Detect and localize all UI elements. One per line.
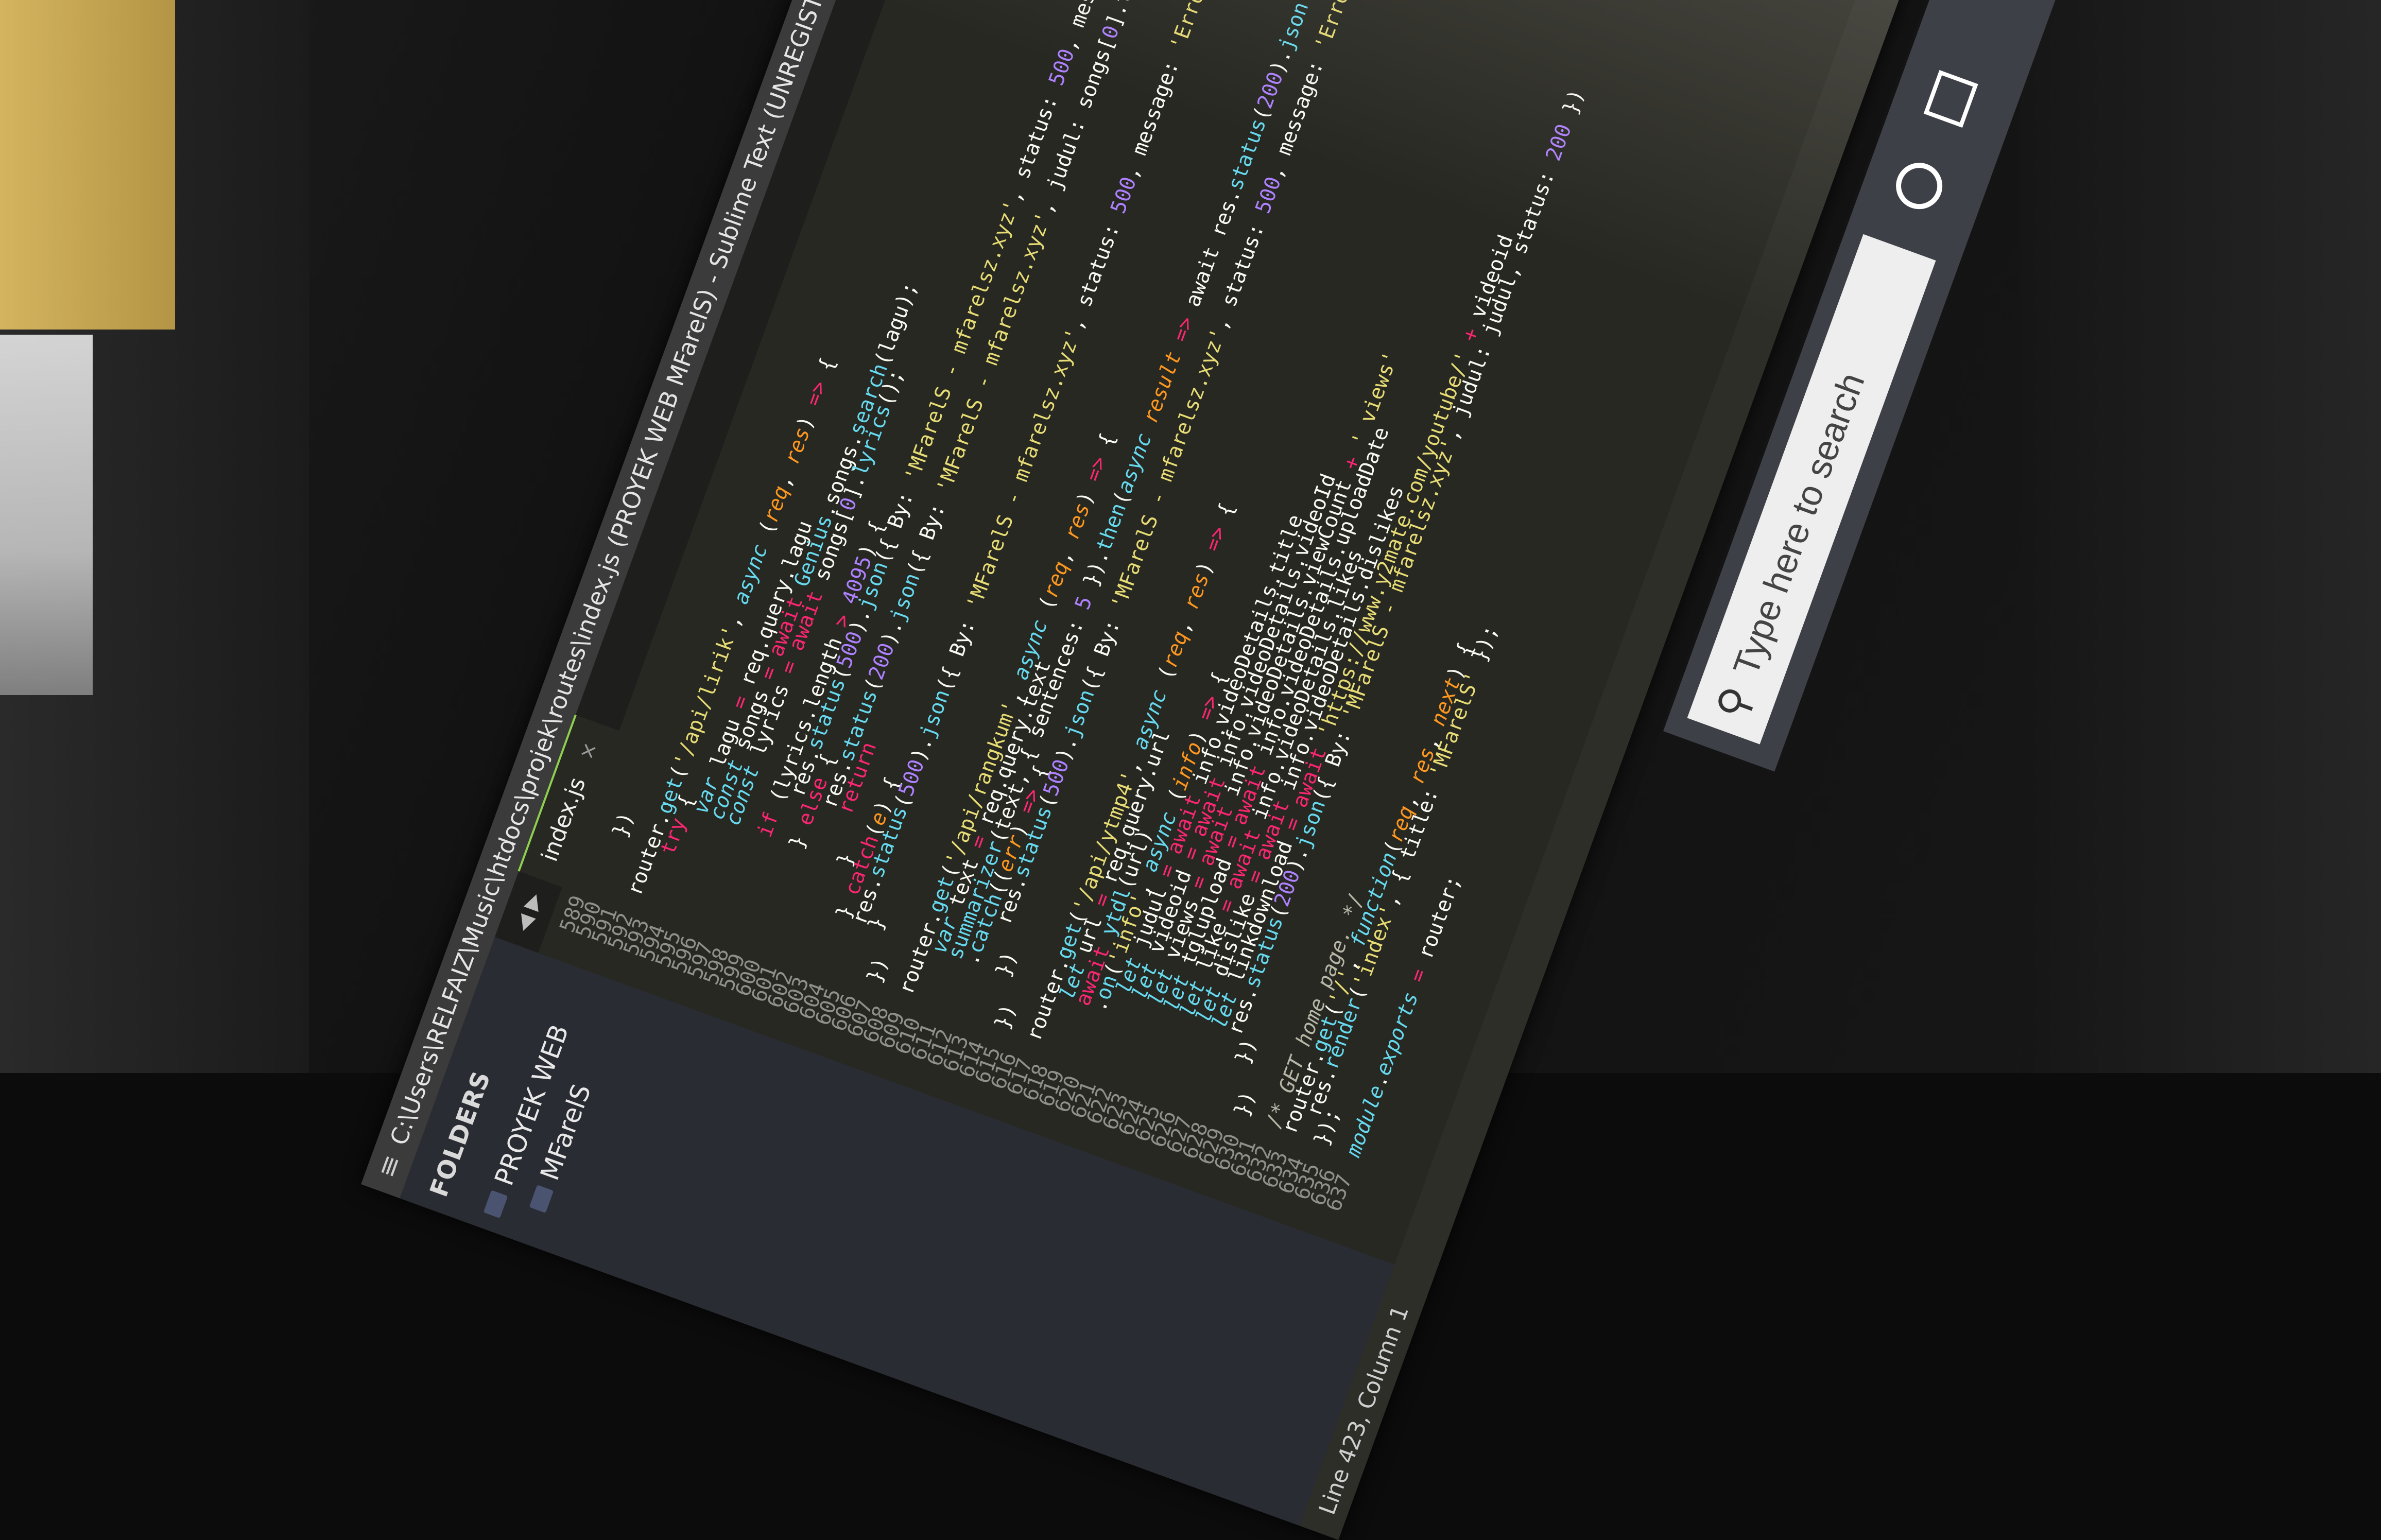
task-view-icon[interactable] bbox=[1923, 70, 1978, 128]
hamburger-icon[interactable]: ≡ bbox=[371, 1150, 408, 1182]
folder-icon bbox=[483, 1190, 508, 1219]
close-icon[interactable]: × bbox=[574, 739, 602, 763]
laptop-body-right bbox=[2021, 0, 2381, 1073]
background-window-light bbox=[0, 335, 93, 695]
tab-prev-icon[interactable]: ◀ bbox=[511, 911, 539, 935]
tab-next-icon[interactable]: ▶ bbox=[519, 890, 546, 913]
cortana-icon[interactable] bbox=[1889, 156, 1949, 216]
search-icon: ⚲ bbox=[1706, 680, 1762, 725]
folder-icon bbox=[529, 1185, 554, 1213]
background-curtain bbox=[0, 0, 175, 330]
